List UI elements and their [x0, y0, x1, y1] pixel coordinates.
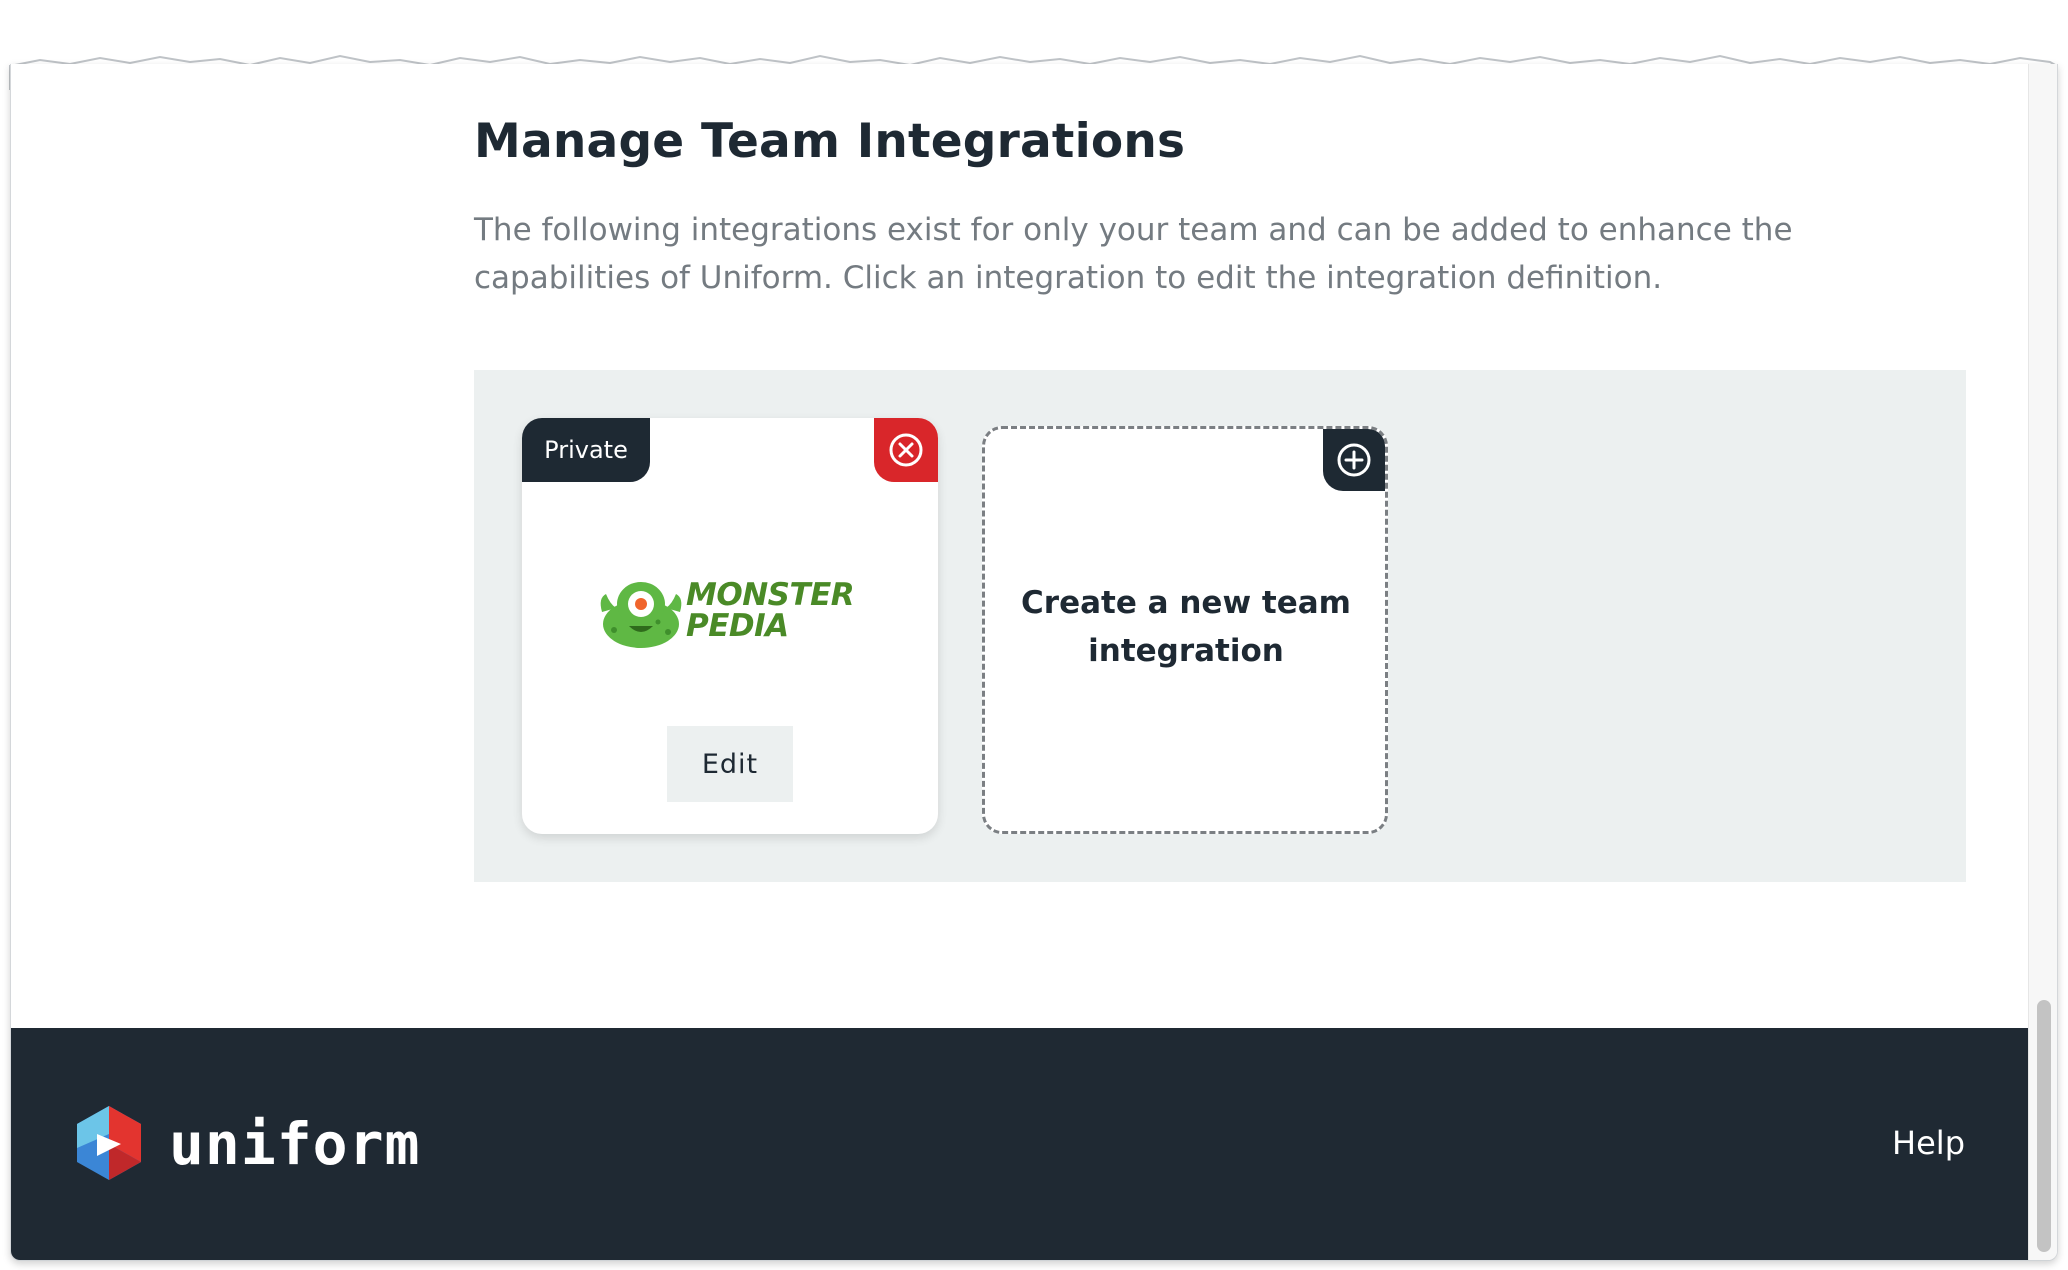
page-description: The following integrations exist for onl…: [474, 212, 1793, 296]
monsterpedia-logo: MONSTER PEDIA: [596, 578, 856, 658]
integrations-panel: Private MONSTER PEDIA Edit Create a new …: [474, 370, 1966, 882]
create-integration-card[interactable]: Create a new team integration: [982, 426, 1388, 834]
browser-frame: Manage Team Integrations The following i…: [10, 64, 2058, 1261]
uniform-logo-icon: [77, 1106, 141, 1180]
monster-icon: [600, 582, 682, 648]
private-badge: Private: [522, 418, 650, 482]
footer: uniform Help: [11, 1028, 2029, 1260]
logo-line-1: MONSTER: [686, 577, 855, 613]
close-circle-icon: [889, 433, 923, 467]
create-integration-label: Create a new team integration: [1021, 585, 1351, 669]
scrollbar-thumb[interactable]: [2037, 1000, 2051, 1252]
logo-line-2: PEDIA: [686, 608, 789, 644]
edit-button[interactable]: Edit: [667, 726, 793, 802]
add-integration-button[interactable]: [1323, 429, 1385, 491]
help-link[interactable]: Help: [1892, 1124, 1965, 1162]
remove-integration-button[interactable]: [874, 418, 938, 482]
monsterpedia-wordmark: MONSTER PEDIA: [686, 577, 855, 644]
page-title: Manage Team Integrations: [474, 114, 1186, 169]
page-content: Manage Team Integrations The following i…: [11, 64, 2029, 1260]
brand-name: uniform: [169, 1110, 421, 1178]
brand[interactable]: uniform: [73, 1104, 420, 1184]
integration-card-monsterpedia[interactable]: Private MONSTER PEDIA Edit: [522, 418, 938, 834]
plus-circle-icon: [1337, 443, 1371, 477]
scrollbar[interactable]: [2028, 64, 2057, 1260]
